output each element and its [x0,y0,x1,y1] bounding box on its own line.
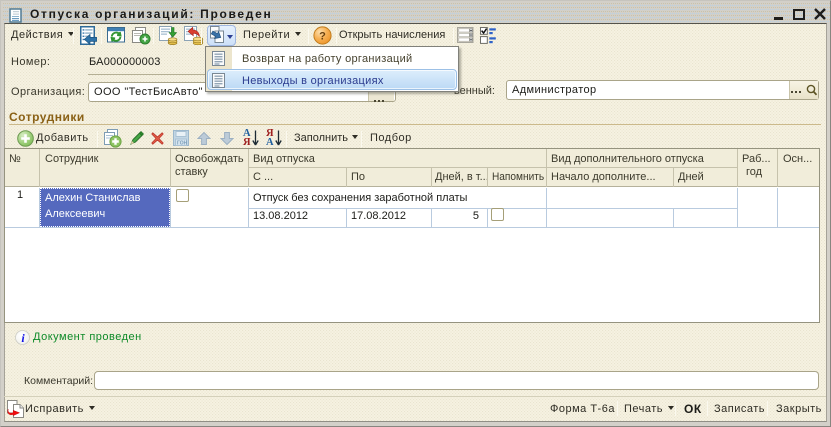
svg-text:ГОН: ГОН [177,141,188,147]
svg-text:?: ? [319,31,326,43]
